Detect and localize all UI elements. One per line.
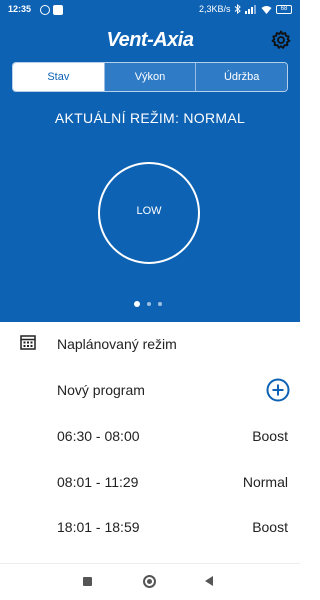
schedule-row[interactable]: 06:30 - 08:00 Boost xyxy=(57,428,288,448)
notification-icon xyxy=(40,5,50,15)
schedule-row[interactable]: 18:01 - 18:59 Boost xyxy=(57,519,288,539)
scheduled-mode-title: Naplánovaný režim xyxy=(57,336,177,352)
signal-icon xyxy=(245,4,256,14)
vent-axia-logo: Vent-Axia xyxy=(106,29,194,51)
tab-udrzba[interactable]: Údržba xyxy=(195,63,287,91)
status-time: 12:35 xyxy=(8,4,32,14)
add-program-button[interactable] xyxy=(266,378,290,402)
wifi-icon xyxy=(261,5,272,14)
current-mode-title: AKTUÁLNÍ REŽIM: NORMAL xyxy=(54,110,246,126)
schedule-mode: Boost xyxy=(252,428,288,444)
calendar-icon xyxy=(20,335,36,350)
schedule-mode: Boost xyxy=(252,519,288,535)
page-dot-1[interactable] xyxy=(134,301,140,307)
app-notification-icon xyxy=(53,5,63,15)
tab-bar: Stav Výkon Údržba xyxy=(12,62,288,92)
recents-button[interactable] xyxy=(83,577,92,586)
schedule-time: 06:30 - 08:00 xyxy=(57,428,140,444)
network-speed: 2,3KB/s xyxy=(199,4,231,14)
schedule-row[interactable]: 08:01 - 11:29 Normal xyxy=(57,474,288,494)
schedule-time: 08:01 - 11:29 xyxy=(57,474,139,490)
back-button[interactable] xyxy=(205,576,213,586)
tab-stav[interactable]: Stav xyxy=(13,63,104,91)
home-button[interactable] xyxy=(143,575,156,588)
status-icons: 68 xyxy=(234,4,292,14)
status-bar: 12:35 2,3KB/s 68 xyxy=(0,0,300,20)
new-program-label: Nový program xyxy=(57,382,145,398)
fan-level-circle[interactable]: LOW xyxy=(98,162,200,264)
schedule-mode: Normal xyxy=(242,474,288,490)
fan-level-label: LOW xyxy=(136,205,162,217)
page-dot-2[interactable] xyxy=(147,302,151,306)
gear-icon[interactable] xyxy=(271,30,291,50)
page-indicator xyxy=(134,301,162,307)
system-nav-bar xyxy=(0,563,300,600)
tab-vykon[interactable]: Výkon xyxy=(103,63,196,91)
battery-icon: 68 xyxy=(276,4,292,14)
schedule-time: 18:01 - 18:59 xyxy=(57,519,140,535)
bluetooth-icon xyxy=(234,4,241,14)
page-dot-3[interactable] xyxy=(158,302,162,306)
